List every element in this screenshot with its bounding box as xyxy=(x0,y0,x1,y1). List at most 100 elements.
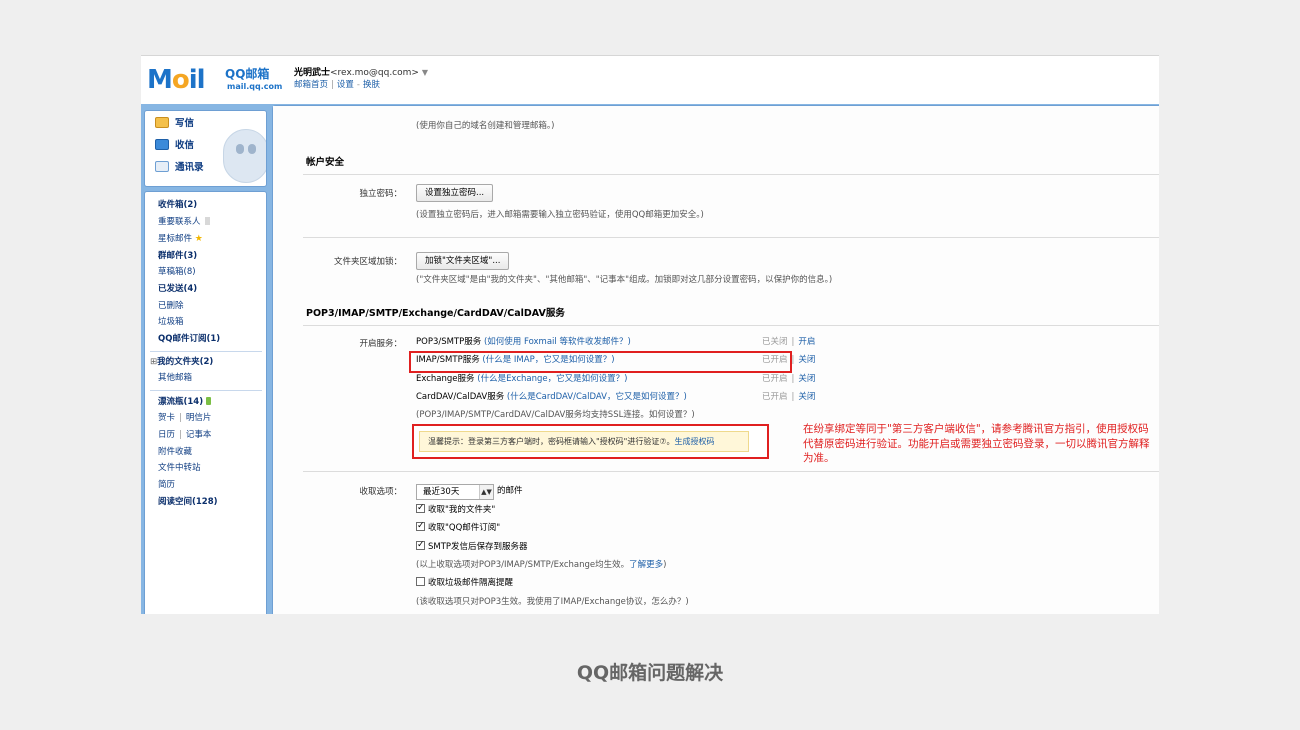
link-skin[interactable]: 换肤 xyxy=(363,80,380,90)
top-bar: Moil QQ邮箱 mail.qq.com 光明武士<rex.mo@qq.com… xyxy=(141,56,1159,104)
folder-starred[interactable]: 星标邮件 ★ xyxy=(158,233,203,245)
enable-services-label: 开启服务： xyxy=(359,339,402,349)
chevron-down-icon[interactable]: ▼ xyxy=(422,68,428,77)
user-info: 光明武士<rex.mo@qq.com> ▼ xyxy=(294,66,428,80)
receive-range-suffix: 的邮件 xyxy=(497,486,523,496)
generate-auth-code-link[interactable]: 生成授权码 xyxy=(675,437,715,446)
check-my-folders[interactable]: 收取"我的文件夹" xyxy=(416,502,495,516)
quick-actions: 写信 收信 通讯录 xyxy=(144,110,267,187)
logo-domain: mail.qq.com xyxy=(227,82,283,91)
tip-highlight-box: 温馨提示：登录第三方客户端时，密码框请输入"授权码"进行验证⑦。生成授权码 xyxy=(412,424,769,459)
check-spam-reminder[interactable]: 收取垃圾邮件隔离提醒 xyxy=(416,577,513,589)
exchange-help-link[interactable]: (什么是Exchange，它又是如何设置？) xyxy=(477,374,627,384)
inbox-button[interactable]: 收信 xyxy=(155,137,194,155)
check-subscriptions[interactable]: 收取"QQ邮件订阅" xyxy=(416,520,500,534)
folder-deleted[interactable]: 已删除 xyxy=(158,300,184,312)
contacts-icon xyxy=(155,161,169,172)
section-title-account-security: 帐户安全 xyxy=(306,157,345,168)
folder-inbox[interactable]: 收件箱(2) xyxy=(158,199,197,211)
imap-disable-link[interactable]: 关闭 xyxy=(798,355,815,365)
checkbox-icon[interactable] xyxy=(416,577,425,586)
ssl-note: (POP3/IMAP/SMTP/CardDAV/CalDAV服务均支持SSL连接… xyxy=(416,410,695,420)
set-indep-password-button[interactable]: 设置独立密码... xyxy=(416,184,494,202)
folder-transfer[interactable]: 文件中转站 xyxy=(158,462,201,474)
divider xyxy=(150,351,262,352)
section-title-services: POP3/IMAP/SMTP/Exchange/CardDAV/CalDAV服务 xyxy=(306,308,565,319)
contacts-button[interactable]: 通讯录 xyxy=(155,159,204,177)
divider xyxy=(303,325,1159,326)
link-postcard[interactable]: 明信片 xyxy=(186,413,212,423)
divider xyxy=(150,390,262,391)
checkbox-icon[interactable] xyxy=(416,520,425,532)
check-smtp-save[interactable]: SMTP发信后保存到服务器 xyxy=(416,539,528,553)
folder-card-postcard: 贺卡 | 明信片 xyxy=(158,413,212,423)
folder-my-folders[interactable]: ⊞我的文件夹(2) xyxy=(150,356,213,368)
folder-calendar-notebook: 日历 | 记事本 xyxy=(158,430,212,440)
select-arrow-icon: ▲▼ xyxy=(479,485,493,499)
carddav-help-link[interactable]: (什么是CardDAV/CalDAV，它又是如何设置？) xyxy=(507,392,687,402)
link-mail-home[interactable]: 邮箱首页 xyxy=(294,80,328,90)
learn-more-link[interactable]: 了解更多 xyxy=(629,560,663,570)
folder-sent[interactable]: 已发送(4) xyxy=(158,283,197,295)
folder-vip[interactable]: 重要联系人 xyxy=(158,216,210,228)
receive-options-label: 收取选项： xyxy=(359,487,402,497)
divider xyxy=(303,174,1159,175)
service-row-exchange: Exchange服务 (什么是Exchange，它又是如何设置？) xyxy=(416,374,628,384)
lock-folder-area-button[interactable]: 加锁"文件夹区域"... xyxy=(416,252,510,270)
exchange-status: 已开启 | 关闭 xyxy=(762,374,816,384)
link-card[interactable]: 贺卡 xyxy=(158,413,175,423)
service-row-pop3: POP3/SMTP服务 (如何使用 Foxmail 等软件收发邮件？) xyxy=(416,337,631,347)
inbox-icon xyxy=(155,139,169,150)
folder-bottle[interactable]: 漂流瓶(14) xyxy=(158,396,212,408)
folder-other-mailbox[interactable]: 其他邮箱 xyxy=(158,372,192,384)
receive-range-select[interactable]: 最近30天 ▲▼ xyxy=(416,484,494,500)
folder-attachments[interactable]: 附件收藏 xyxy=(158,446,192,458)
compose-button[interactable]: 写信 xyxy=(155,115,194,133)
domain-note: (使用你自己的域名创建和管理邮箱。) xyxy=(416,121,555,131)
star-icon: ★ xyxy=(194,234,203,244)
bottle-icon xyxy=(206,397,212,405)
imap-highlight-box xyxy=(409,351,792,373)
folder-drafts[interactable]: 草稿箱(8) xyxy=(158,266,196,278)
folder-lock-note: ("文件夹区域"是由"我的文件夹"、"其他邮箱"、"记事本"组成。加锁即对这几部… xyxy=(416,275,833,285)
pop3-enable-link[interactable]: 开启 xyxy=(798,337,815,347)
user-links: 邮箱首页 | 设置 - 换肤 xyxy=(294,80,380,90)
indep-password-note: (设置独立密码后，进入邮箱需要输入独立密码验证，使用QQ邮箱更加安全。) xyxy=(416,210,704,220)
folder-lock-label: 文件夹区域加锁： xyxy=(333,257,402,267)
link-calendar[interactable]: 日历 xyxy=(158,430,175,440)
qq-penguin-icon xyxy=(223,129,266,183)
carddav-disable-link[interactable]: 关闭 xyxy=(798,392,815,402)
divider xyxy=(303,237,1159,238)
screenshot-frame: Moil QQ邮箱 mail.qq.com 光明武士<rex.mo@qq.com… xyxy=(141,55,1159,614)
folder-group[interactable]: 群邮件(3) xyxy=(158,250,197,262)
auth-code-tip: 温馨提示：登录第三方客户端时，密码框请输入"授权码"进行验证⑦。生成授权码 xyxy=(419,431,749,452)
service-row-carddav: CardDAV/CalDAV服务 (什么是CardDAV/CalDAV，它又是如… xyxy=(416,392,687,402)
folder-subscriptions[interactable]: QQ邮件订阅(1) xyxy=(158,333,220,345)
compose-icon xyxy=(155,117,169,128)
folder-list: 收件箱(2) 重要联系人 星标邮件 ★ 群邮件(3) 草稿箱(8) 已发送(4)… xyxy=(144,191,267,614)
link-settings[interactable]: 设置 xyxy=(337,80,354,90)
checkbox-icon[interactable] xyxy=(416,502,425,514)
receive-note: (以上收取选项对POP3/IMAP/SMTP/Exchange均生效。了解更多) xyxy=(416,560,667,570)
sidebar: 写信 收信 通讯录 收件箱(2) 重要联系人 星标邮件 ★ 群邮件(3) 草稿箱… xyxy=(144,110,269,614)
page-caption: QQ邮箱问题解决 xyxy=(576,662,724,684)
indep-password-label: 独立密码： xyxy=(359,189,402,199)
pop3-help-link[interactable]: (如何使用 Foxmail 等软件收发邮件？) xyxy=(484,337,631,347)
logo-brand: QQ邮箱 xyxy=(225,67,270,81)
user-email: <rex.mo@qq.com> xyxy=(330,68,419,78)
folder-reading[interactable]: 阅读空间(128) xyxy=(158,496,218,508)
folder-resume[interactable]: 简历 xyxy=(158,479,175,491)
qq-mail-logo[interactable]: Moil QQ邮箱 mail.qq.com xyxy=(147,65,282,95)
settings-panel: (使用你自己的域名创建和管理邮箱。) 帐户安全 独立密码： 设置独立密码... … xyxy=(272,105,1159,614)
exchange-disable-link[interactable]: 关闭 xyxy=(798,374,815,384)
link-notebook[interactable]: 记事本 xyxy=(186,430,212,440)
folder-spam[interactable]: 垃圾箱 xyxy=(158,316,184,328)
checkbox-icon[interactable] xyxy=(416,539,425,551)
vip-contact-icon xyxy=(204,217,210,225)
pop3-only-note: (该收取选项只对POP3生效。我使用了IMAP/Exchange协议，怎么办？) xyxy=(416,597,689,607)
annotation-text: 在纷享绑定等同于"第三方客户端收信"，请参考腾讯官方指引，使用授权码代替原密码进… xyxy=(803,423,1150,464)
user-name: 光明武士 xyxy=(294,68,331,78)
logo-mark: Moil xyxy=(147,65,206,95)
divider xyxy=(303,471,1159,472)
carddav-status: 已开启 | 关闭 xyxy=(762,392,816,402)
